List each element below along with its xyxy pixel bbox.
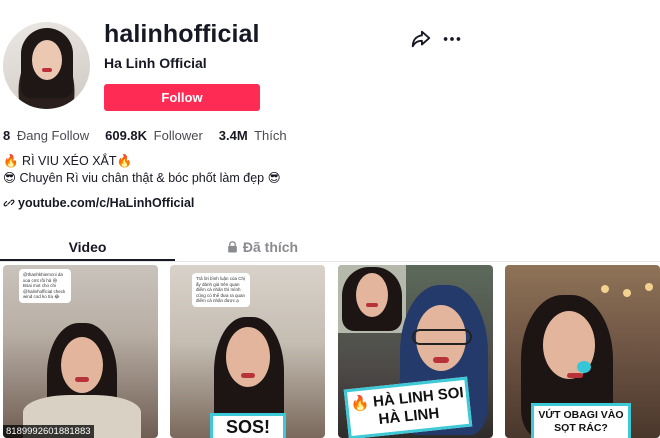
- video-2-face: [226, 327, 270, 387]
- lock-icon: [228, 241, 237, 253]
- tab-liked-label: Đã thích: [242, 239, 299, 255]
- share-icon[interactable]: [410, 28, 432, 50]
- more-icon[interactable]: [441, 28, 463, 50]
- video-3-inset-lips: [366, 303, 378, 307]
- tabs-divider: [0, 261, 660, 262]
- username: halinhofficial: [104, 20, 260, 48]
- stats-row: 8 Đang Follow 609.8K Follower 3.4M Thích: [3, 128, 287, 143]
- video-thumbnail-1[interactable]: @thanhkhiemcni da xoa cmt rồi hả 😆 Bsai …: [3, 265, 158, 438]
- likes-count: 3.4M: [218, 128, 248, 143]
- video-thumbnail-4[interactable]: VỨT OBAGI VÀO SỌT RÁC?: [505, 265, 660, 438]
- avatar-face: [32, 40, 62, 80]
- video-4-overlay-text: VỨT OBAGI VÀO SỌT RÁC?: [531, 403, 631, 438]
- video-4-lips: [567, 373, 583, 378]
- video-1-id-badge: 8189992601881883: [3, 425, 94, 438]
- tab-liked[interactable]: Đã thích: [175, 232, 350, 262]
- followers-stat[interactable]: 609.8K Follower: [105, 128, 203, 143]
- link-icon: [3, 199, 15, 207]
- following-stat[interactable]: 8 Đang Follow: [3, 128, 89, 143]
- video-thumbnail-3[interactable]: 🔥 HÀ LINH SOI HÀ LINH: [338, 265, 493, 438]
- video-2-overlay-text: SOS!: [210, 413, 286, 438]
- following-count: 8: [3, 128, 11, 143]
- follow-button[interactable]: Follow: [104, 84, 260, 111]
- followers-label: Follower: [153, 128, 203, 143]
- likes-label: Thích: [254, 128, 287, 143]
- profile-link-text: youtube.com/c/HaLinhOfficial: [18, 196, 195, 210]
- likes-stat: 3.4M Thích: [219, 128, 287, 143]
- tab-videos[interactable]: Video: [0, 232, 175, 262]
- bio-line-1: 🔥 RÌ VIU XÉO XẮT🔥: [3, 154, 133, 168]
- profile-tabs: Video Đã thích: [0, 232, 350, 262]
- video-3-glasses: [412, 329, 472, 345]
- video-grid: @thanhkhiemcni da xoa cmt rồi hả 😆 Bsai …: [3, 265, 660, 438]
- video-4-chandelier: [601, 285, 609, 293]
- avatar-lips: [42, 68, 52, 72]
- video-thumbnail-2[interactable]: Trả lời bình luận của Chị ấy đánh giá tr…: [170, 265, 325, 438]
- video-3-inset-face: [356, 273, 388, 317]
- tab-videos-label: Video: [68, 239, 107, 255]
- video-4-highlight-circle: [577, 361, 591, 373]
- avatar[interactable]: [3, 22, 90, 109]
- nickname: Ha Linh Official: [104, 55, 207, 71]
- bio-line-2: 😎 Chuyên Rì viu chân thật & bóc phốt làm…: [3, 171, 281, 185]
- bio: 🔥 RÌ VIU XÉO XẮT🔥 😎 Chuyên Rì viu chân t…: [3, 153, 281, 187]
- following-label: Đang Follow: [16, 128, 90, 143]
- video-3-lips: [433, 357, 449, 363]
- followers-count: 609.8K: [105, 128, 148, 143]
- video-1-face: [61, 337, 103, 393]
- video-2-comment-card: Trả lời bình luận của Chị ấy đánh giá tr…: [192, 273, 250, 307]
- video-2-lips: [241, 373, 255, 378]
- video-1-comment-card: @thanhkhiemcni da xoa cmt rồi hả 😆 Bsai …: [19, 269, 71, 303]
- profile-link[interactable]: youtube.com/c/HaLinhOfficial: [3, 196, 194, 210]
- video-1-lips: [75, 377, 89, 382]
